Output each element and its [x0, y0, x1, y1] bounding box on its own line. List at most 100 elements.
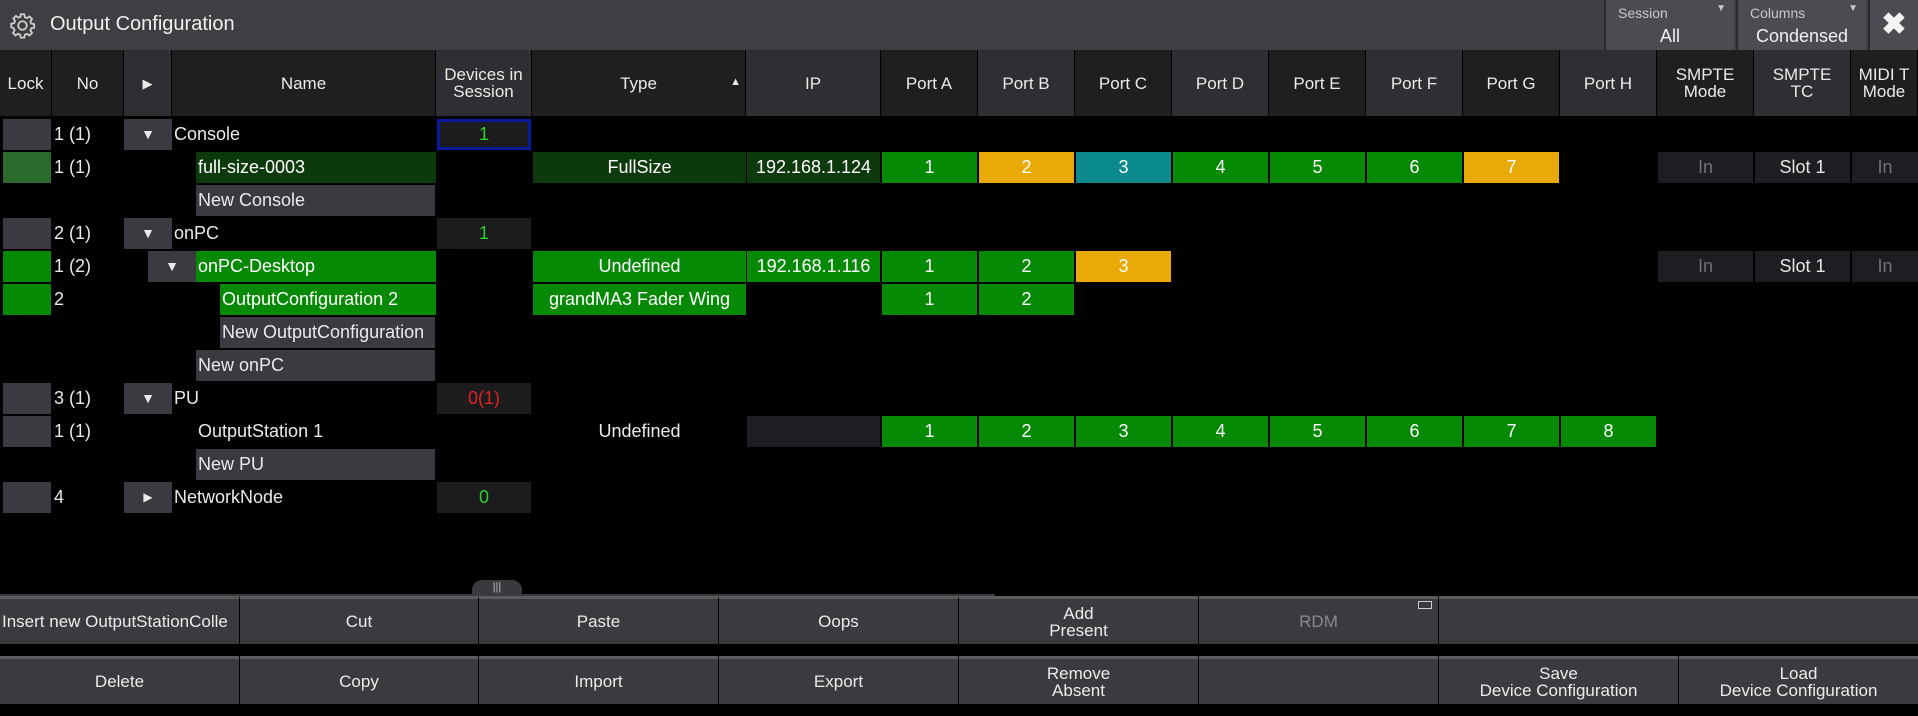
- smpte-tc-cell[interactable]: Slot 1: [1755, 251, 1850, 282]
- add-present-button[interactable]: Add Present: [959, 596, 1198, 644]
- insert-new-outputstationcollection-button[interactable]: Insert new OutputStationColle: [0, 596, 239, 644]
- port-d-cell[interactable]: 4: [1173, 152, 1268, 183]
- port-e-cell[interactable]: 5: [1270, 152, 1365, 183]
- copy-button[interactable]: Copy: [240, 656, 478, 704]
- header-port-h[interactable]: Port H: [1560, 50, 1657, 116]
- session-dropdown[interactable]: Session ▼ All: [1604, 0, 1734, 50]
- lock-cell[interactable]: [3, 383, 51, 414]
- new-console-item[interactable]: New Console: [196, 185, 435, 216]
- rdm-button[interactable]: RDM: [1199, 596, 1438, 644]
- expand-triangle-icon[interactable]: ▶: [124, 482, 172, 513]
- header-ip[interactable]: IP: [746, 50, 881, 116]
- header-type[interactable]: Type ▲: [532, 50, 746, 116]
- header-devices-in-session[interactable]: Devices in Session: [436, 50, 532, 116]
- port-e-cell[interactable]: 5: [1270, 416, 1365, 447]
- midi-mode-cell[interactable]: In: [1852, 251, 1918, 282]
- ip-cell[interactable]: 192.168.1.116: [747, 251, 880, 282]
- lock-cell[interactable]: [3, 251, 51, 282]
- port-f-cell[interactable]: 6: [1367, 152, 1462, 183]
- port-a-cell[interactable]: 1: [882, 251, 977, 282]
- header-port-b[interactable]: Port B: [978, 50, 1075, 116]
- port-a-cell[interactable]: 1: [882, 152, 977, 183]
- import-button[interactable]: Import: [479, 656, 718, 704]
- header-lock[interactable]: Lock: [0, 50, 52, 116]
- lock-cell[interactable]: [3, 482, 51, 513]
- header-smpte-tc[interactable]: SMPTE TC: [1754, 50, 1851, 116]
- port-b-cell[interactable]: 2: [979, 251, 1074, 282]
- header-no[interactable]: No: [52, 50, 124, 116]
- port-c-cell[interactable]: 3: [1076, 416, 1171, 447]
- header-port-c[interactable]: Port C: [1075, 50, 1172, 116]
- delete-button[interactable]: Delete: [0, 656, 239, 704]
- load-device-configuration-button[interactable]: Load Device Configuration: [1679, 656, 1918, 704]
- lock-cell[interactable]: [3, 152, 51, 183]
- collapse-triangle-icon[interactable]: ▼: [124, 119, 172, 150]
- close-button[interactable]: ✖: [1868, 0, 1918, 50]
- collapse-triangle-icon[interactable]: ▼: [124, 383, 172, 414]
- lock-cell[interactable]: [3, 416, 51, 447]
- port-g-cell[interactable]: 7: [1464, 152, 1559, 183]
- smpte-mode-cell[interactable]: In: [1658, 251, 1753, 282]
- header-port-e[interactable]: Port E: [1269, 50, 1366, 116]
- port-b-cell[interactable]: 2: [979, 416, 1074, 447]
- oops-button[interactable]: Oops: [719, 596, 958, 644]
- devices-count-cell[interactable]: 1: [437, 119, 531, 150]
- port-g-cell[interactable]: 7: [1464, 416, 1559, 447]
- header-port-f[interactable]: Port F: [1366, 50, 1463, 116]
- columns-dropdown[interactable]: Columns ▼ Condensed: [1736, 0, 1866, 50]
- name-cell[interactable]: onPC-Desktop: [196, 251, 436, 282]
- no-cell: 1 (1): [54, 157, 92, 177]
- ip-cell[interactable]: [747, 416, 880, 447]
- empty-button-slot: [1199, 656, 1438, 704]
- name-cell[interactable]: full-size-0003: [196, 152, 436, 183]
- header-name[interactable]: Name: [172, 50, 436, 116]
- type-cell[interactable]: FullSize: [533, 152, 746, 183]
- ip-cell[interactable]: 192.168.1.124: [747, 152, 880, 183]
- smpte-tc-cell[interactable]: Slot 1: [1755, 152, 1850, 183]
- port-a-cell[interactable]: 1: [882, 416, 977, 447]
- port-c-cell[interactable]: 3: [1076, 251, 1171, 282]
- header-port-d[interactable]: Port D: [1172, 50, 1269, 116]
- new-outputconfiguration-item[interactable]: New OutputConfiguration: [220, 317, 435, 348]
- collapse-triangle-icon[interactable]: ▼: [124, 218, 172, 249]
- resize-handle-icon[interactable]: |||: [472, 580, 522, 595]
- port-h-cell[interactable]: 8: [1561, 416, 1656, 447]
- paste-button[interactable]: Paste: [479, 596, 718, 644]
- cut-button[interactable]: Cut: [240, 596, 478, 644]
- lock-cell[interactable]: [3, 119, 51, 150]
- dropdown-arrow-icon: ▼: [1716, 3, 1726, 14]
- port-b-cell[interactable]: 2: [979, 152, 1074, 183]
- type-cell[interactable]: Undefined: [533, 416, 746, 447]
- export-button[interactable]: Export: [719, 656, 958, 704]
- window-icon: [1418, 601, 1432, 609]
- devices-count-cell[interactable]: 0(1): [437, 383, 531, 414]
- port-c-cell[interactable]: 3: [1076, 152, 1171, 183]
- lock-cell[interactable]: [3, 218, 51, 249]
- header-expand-toggle[interactable]: ▶: [124, 50, 172, 116]
- smpte-mode-cell[interactable]: In: [1658, 152, 1753, 183]
- devices-count-cell[interactable]: 0: [437, 482, 531, 513]
- header-midi-mode[interactable]: MIDI T Mode: [1851, 50, 1918, 116]
- header-port-g[interactable]: Port G: [1463, 50, 1560, 116]
- collapse-triangle-icon[interactable]: ▼: [148, 251, 196, 282]
- gear-icon[interactable]: [9, 12, 36, 39]
- no-cell: 1 (2): [54, 256, 92, 276]
- midi-mode-cell[interactable]: In: [1852, 152, 1918, 183]
- save-device-configuration-button[interactable]: Save Device Configuration: [1439, 656, 1678, 704]
- header-port-a[interactable]: Port A: [881, 50, 978, 116]
- port-a-cell[interactable]: 1: [882, 284, 977, 315]
- devices-count-cell[interactable]: 1: [437, 218, 531, 249]
- new-onpc-item[interactable]: New onPC: [196, 350, 435, 381]
- remove-absent-button[interactable]: Remove Absent: [959, 656, 1198, 704]
- name-cell[interactable]: OutputStation 1: [196, 416, 436, 447]
- lock-cell[interactable]: [3, 284, 51, 315]
- type-cell[interactable]: Undefined: [533, 251, 746, 282]
- new-pu-item[interactable]: New PU: [196, 449, 435, 480]
- header-smpte-mode[interactable]: SMPTE Mode: [1657, 50, 1754, 116]
- name-cell[interactable]: OutputConfiguration 2: [220, 284, 436, 315]
- port-b-cell[interactable]: 2: [979, 284, 1074, 315]
- port-d-cell[interactable]: 4: [1173, 416, 1268, 447]
- type-cell[interactable]: grandMA3 Fader Wing: [533, 284, 746, 315]
- no-cell: 3 (1): [54, 388, 92, 408]
- port-f-cell[interactable]: 6: [1367, 416, 1462, 447]
